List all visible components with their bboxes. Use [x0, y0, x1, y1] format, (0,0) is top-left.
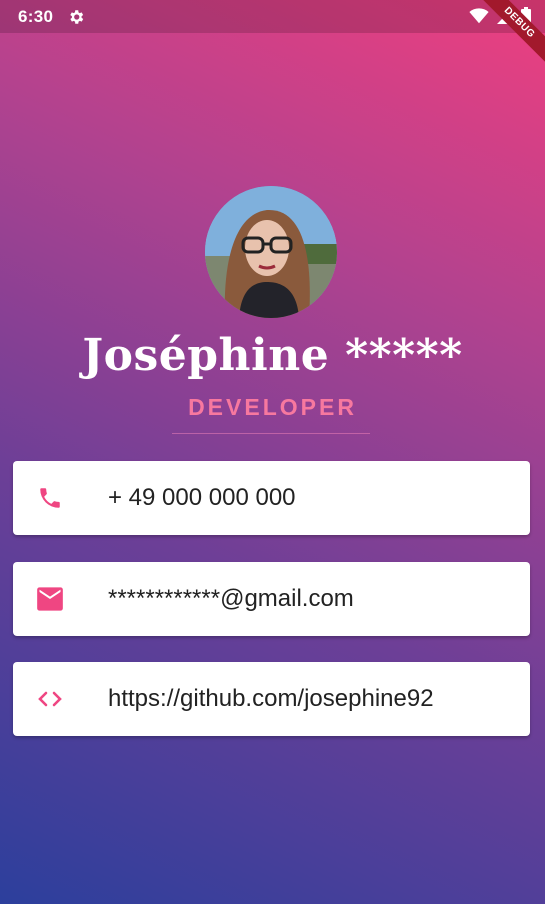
wifi-icon: [469, 8, 489, 24]
profile-role: DEVELOPER: [188, 394, 357, 420]
email-card[interactable]: ************@gmail.com: [13, 562, 530, 636]
divider: [172, 433, 370, 434]
email-address: ************@gmail.com: [108, 585, 354, 612]
phone-card[interactable]: + 49 000 000 000: [13, 461, 530, 535]
avatar-photo: [205, 186, 337, 318]
status-time: 6:30: [18, 6, 54, 26]
github-url: https://github.com/josephine92: [108, 685, 434, 712]
code-icon: [36, 687, 64, 711]
email-icon: [36, 587, 64, 611]
status-bar: 6:30: [0, 0, 545, 33]
gear-icon: [70, 9, 84, 24]
phone-number: + 49 000 000 000: [108, 484, 296, 511]
profile-name: Joséphine *****: [82, 330, 463, 381]
avatar: [205, 186, 337, 318]
github-card[interactable]: https://github.com/josephine92: [13, 662, 530, 736]
phone-icon: [36, 486, 64, 510]
